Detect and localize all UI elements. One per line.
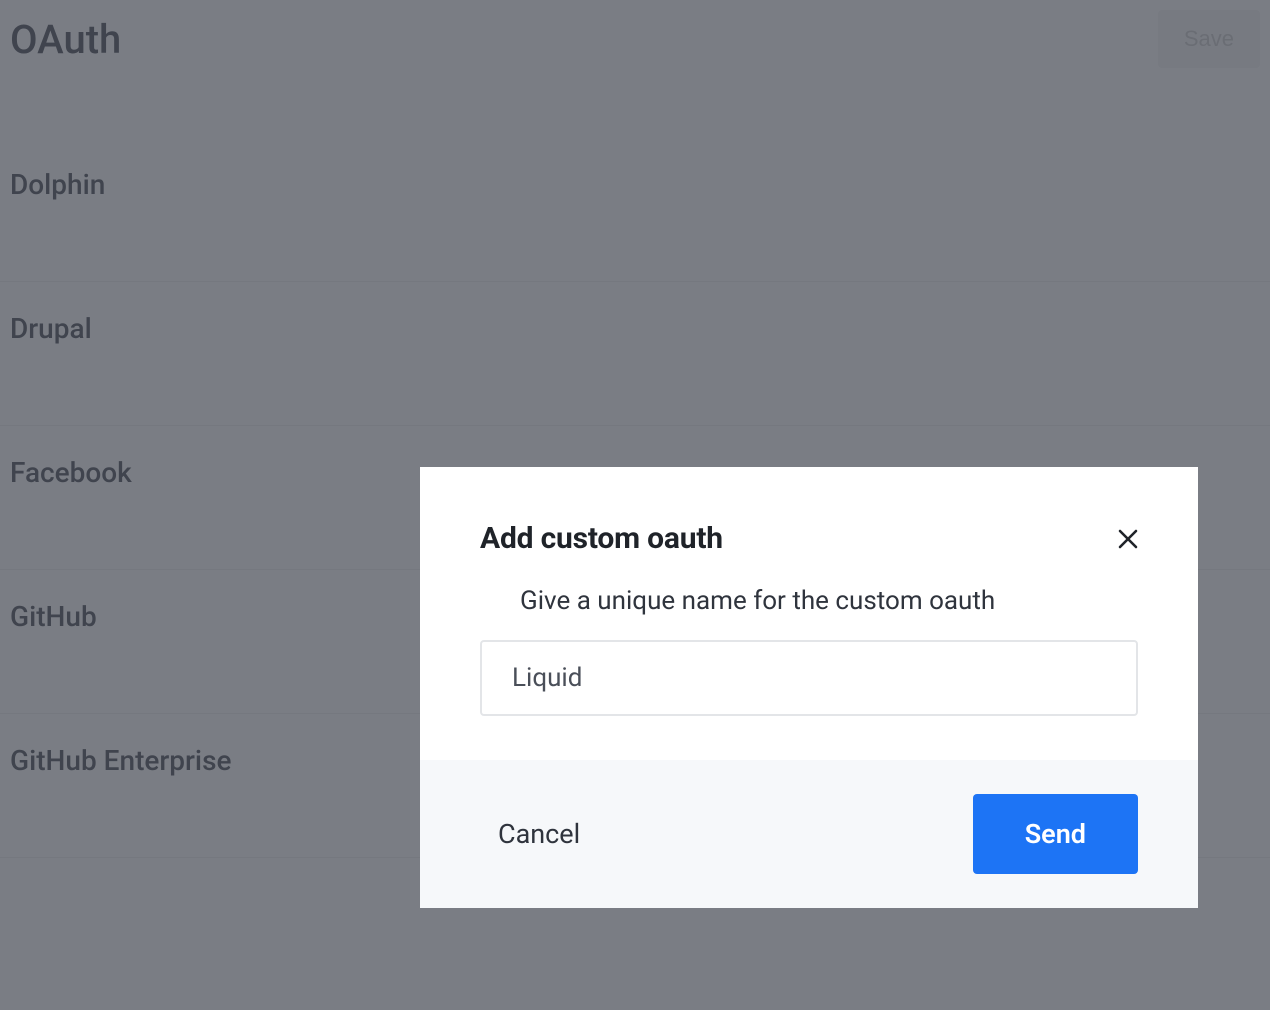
- modal-body: Give a unique name for the custom oauth: [420, 586, 1198, 760]
- modal-instruction-label: Give a unique name for the custom oauth: [520, 586, 1138, 616]
- modal-title: Add custom oauth: [480, 521, 723, 556]
- custom-oauth-name-input[interactable]: [480, 640, 1138, 716]
- cancel-button[interactable]: Cancel: [498, 818, 580, 850]
- send-button[interactable]: Send: [973, 794, 1138, 874]
- modal-footer: Cancel Send: [420, 760, 1198, 908]
- add-custom-oauth-modal: Add custom oauth Give a unique name for …: [420, 467, 1198, 908]
- close-icon[interactable]: [1114, 525, 1142, 553]
- modal-header: Add custom oauth: [420, 467, 1198, 586]
